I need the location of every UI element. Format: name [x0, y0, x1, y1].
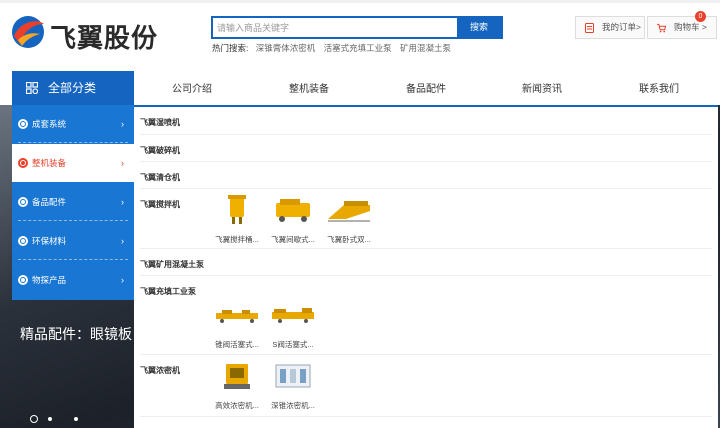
product-card[interactable]: 飞翼间歇式... — [268, 195, 318, 245]
mixer-tank-image — [228, 195, 246, 224]
dropdown-row: 飞翼矿用混凝土泵 — [140, 249, 712, 276]
all-categories-button[interactable]: 全部分类 — [12, 71, 134, 105]
category-bullet-icon — [18, 158, 28, 168]
sidebar-item-eco-materials[interactable]: 环保材料 › — [12, 222, 134, 260]
twin-shaft-mixer-image — [328, 201, 370, 222]
sidebar-item-label: 整机装备 — [32, 158, 67, 168]
chevron-right-icon: › — [121, 236, 124, 246]
cart-label: 购物车 > — [674, 22, 707, 32]
category-sidebar: 成套系统 › 整机装备 › 备品配件 › 环保材料 › 物探产品 › — [12, 105, 134, 300]
category-bullet-icon — [18, 119, 28, 129]
hot-search-label: 热门搜索: — [212, 43, 249, 53]
order-icon — [585, 23, 594, 33]
hot-search-link[interactable]: 深锥膏体浓密机 — [256, 43, 316, 53]
cart-button[interactable]: 购物车 > — [647, 16, 717, 39]
row-title-link[interactable]: 飞翼清仓机 — [140, 172, 180, 183]
deep-cone-thickener-image — [275, 364, 311, 388]
row-title-link[interactable]: 飞翼搅拌机 — [140, 199, 180, 210]
top-strip — [0, 0, 720, 3]
row-title-link[interactable]: 飞翼充填工业泵 — [140, 286, 196, 297]
product-name: 深锥浓密机... — [271, 401, 315, 410]
product-name: 飞翼搅拌桶... — [215, 235, 259, 244]
hot-search: 热门搜索: 深锥膏体浓密机 活塞式充填工业泵 矿用混凝土泵 — [212, 42, 457, 54]
hot-search-link[interactable]: 活塞式充填工业泵 — [324, 43, 392, 53]
chevron-right-icon: › — [121, 119, 124, 129]
banner-caption: 精品配件：眼镜板 — [20, 326, 132, 342]
my-orders-label: 我的订单> — [602, 22, 641, 32]
nav-item-about[interactable]: 公司介绍 — [172, 80, 212, 95]
dropdown-row: 飞翼搅拌机 飞翼搅拌桶... 飞翼间歇式... 飞翼卧式双... — [140, 189, 712, 249]
category-bullet-icon — [18, 236, 28, 246]
row-title-link[interactable]: 飞翼破碎机 — [140, 145, 180, 156]
cart-count-badge: 0 — [695, 11, 706, 22]
dropdown-row: 飞翼充填工业泵 锥阀活塞式... S阀活塞式... — [140, 276, 712, 355]
sidebar-item-label: 备品配件 — [32, 197, 67, 207]
carousel-dot[interactable] — [48, 417, 52, 421]
product-card[interactable]: 深锥浓密机... — [268, 361, 318, 411]
dropdown-row: 飞翼湿喷机 — [140, 107, 712, 135]
product-name: 飞翼间歇式... — [271, 235, 315, 244]
page: 飞翼股份 搜索 热门搜索: 深锥膏体浓密机 活塞式充填工业泵 矿用混凝土泵 我的… — [0, 0, 720, 428]
product-card[interactable]: 飞翼搅拌桶... — [212, 195, 262, 245]
sidebar-item-label: 成套系统 — [32, 119, 67, 129]
nav-item-news[interactable]: 新闻资讯 — [522, 80, 562, 95]
search-button[interactable]: 搜索 — [457, 18, 501, 37]
logo[interactable]: 飞翼股份 — [10, 14, 170, 54]
chevron-right-icon: › — [121, 197, 124, 207]
nav-item-parts[interactable]: 备品配件 — [406, 80, 446, 95]
chevron-right-icon: › — [121, 158, 124, 168]
all-categories-label: 全部分类 — [48, 81, 97, 95]
logo-mark-icon — [12, 16, 44, 48]
category-bullet-icon — [18, 197, 28, 207]
sidebar-item-machines[interactable]: 整机装备 › — [12, 144, 134, 182]
dropdown-row: 飞翼破碎机 — [140, 135, 712, 162]
row-title-link[interactable]: 飞翼浓密机 — [140, 365, 180, 376]
category-dropdown-panel: 飞翼湿喷机 飞翼破碎机 飞翼清仓机 飞翼搅拌机 飞翼搅拌桶... 飞翼间歇式..… — [134, 105, 718, 428]
sidebar-item-complete-systems[interactable]: 成套系统 › — [12, 105, 134, 143]
dropdown-row: 飞翼清仓机 — [140, 162, 712, 189]
row-title-link[interactable]: 飞翼矿用混凝土泵 — [140, 259, 204, 270]
divider — [18, 220, 128, 221]
sidebar-item-exploration[interactable]: 物探产品 › — [12, 261, 134, 299]
nav-item-contact[interactable]: 联系我们 — [639, 80, 679, 95]
my-orders-button[interactable]: 我的订单> — [575, 16, 645, 39]
nav-item-equipment[interactable]: 整机装备 — [289, 80, 329, 95]
category-bullet-icon — [18, 275, 28, 285]
cone-valve-pump-image — [216, 310, 258, 323]
logo-text: 飞翼股份 — [50, 24, 159, 54]
s-valve-pump-image — [272, 308, 314, 323]
dropdown-row: 飞翼浓密机 高效浓密机... 深锥浓密机... — [140, 355, 712, 417]
cart-icon — [657, 23, 666, 33]
product-name: 高效浓密机... — [215, 401, 259, 410]
sidebar-item-spare-parts[interactable]: 备品配件 › — [12, 183, 134, 221]
chevron-right-icon: › — [121, 275, 124, 285]
product-name: 飞翼卧式双... — [327, 235, 371, 244]
product-card[interactable]: 高效浓密机... — [212, 361, 262, 411]
hot-search-link[interactable]: 矿用混凝土泵 — [400, 43, 451, 53]
thickener-image — [224, 364, 250, 389]
divider — [18, 142, 128, 143]
product-card[interactable]: S阀活塞式... — [268, 300, 318, 350]
carousel-dot-active[interactable] — [30, 415, 38, 423]
carousel-dot[interactable] — [74, 417, 78, 421]
product-card[interactable]: 飞翼卧式双... — [324, 195, 374, 245]
row-title-link[interactable]: 飞翼湿喷机 — [140, 117, 180, 128]
batch-mixer-image — [276, 199, 310, 222]
sidebar-item-label: 环保材料 — [32, 236, 67, 246]
product-name: 锥阀活塞式... — [215, 340, 259, 349]
product-card[interactable]: 锥阀活塞式... — [212, 300, 262, 350]
search-box: 搜索 — [211, 16, 503, 39]
divider — [18, 259, 128, 260]
search-input[interactable] — [213, 18, 457, 37]
sidebar-item-label: 物探产品 — [32, 275, 67, 285]
product-name: S阀活塞式... — [272, 340, 314, 349]
grid-icon — [26, 82, 38, 94]
